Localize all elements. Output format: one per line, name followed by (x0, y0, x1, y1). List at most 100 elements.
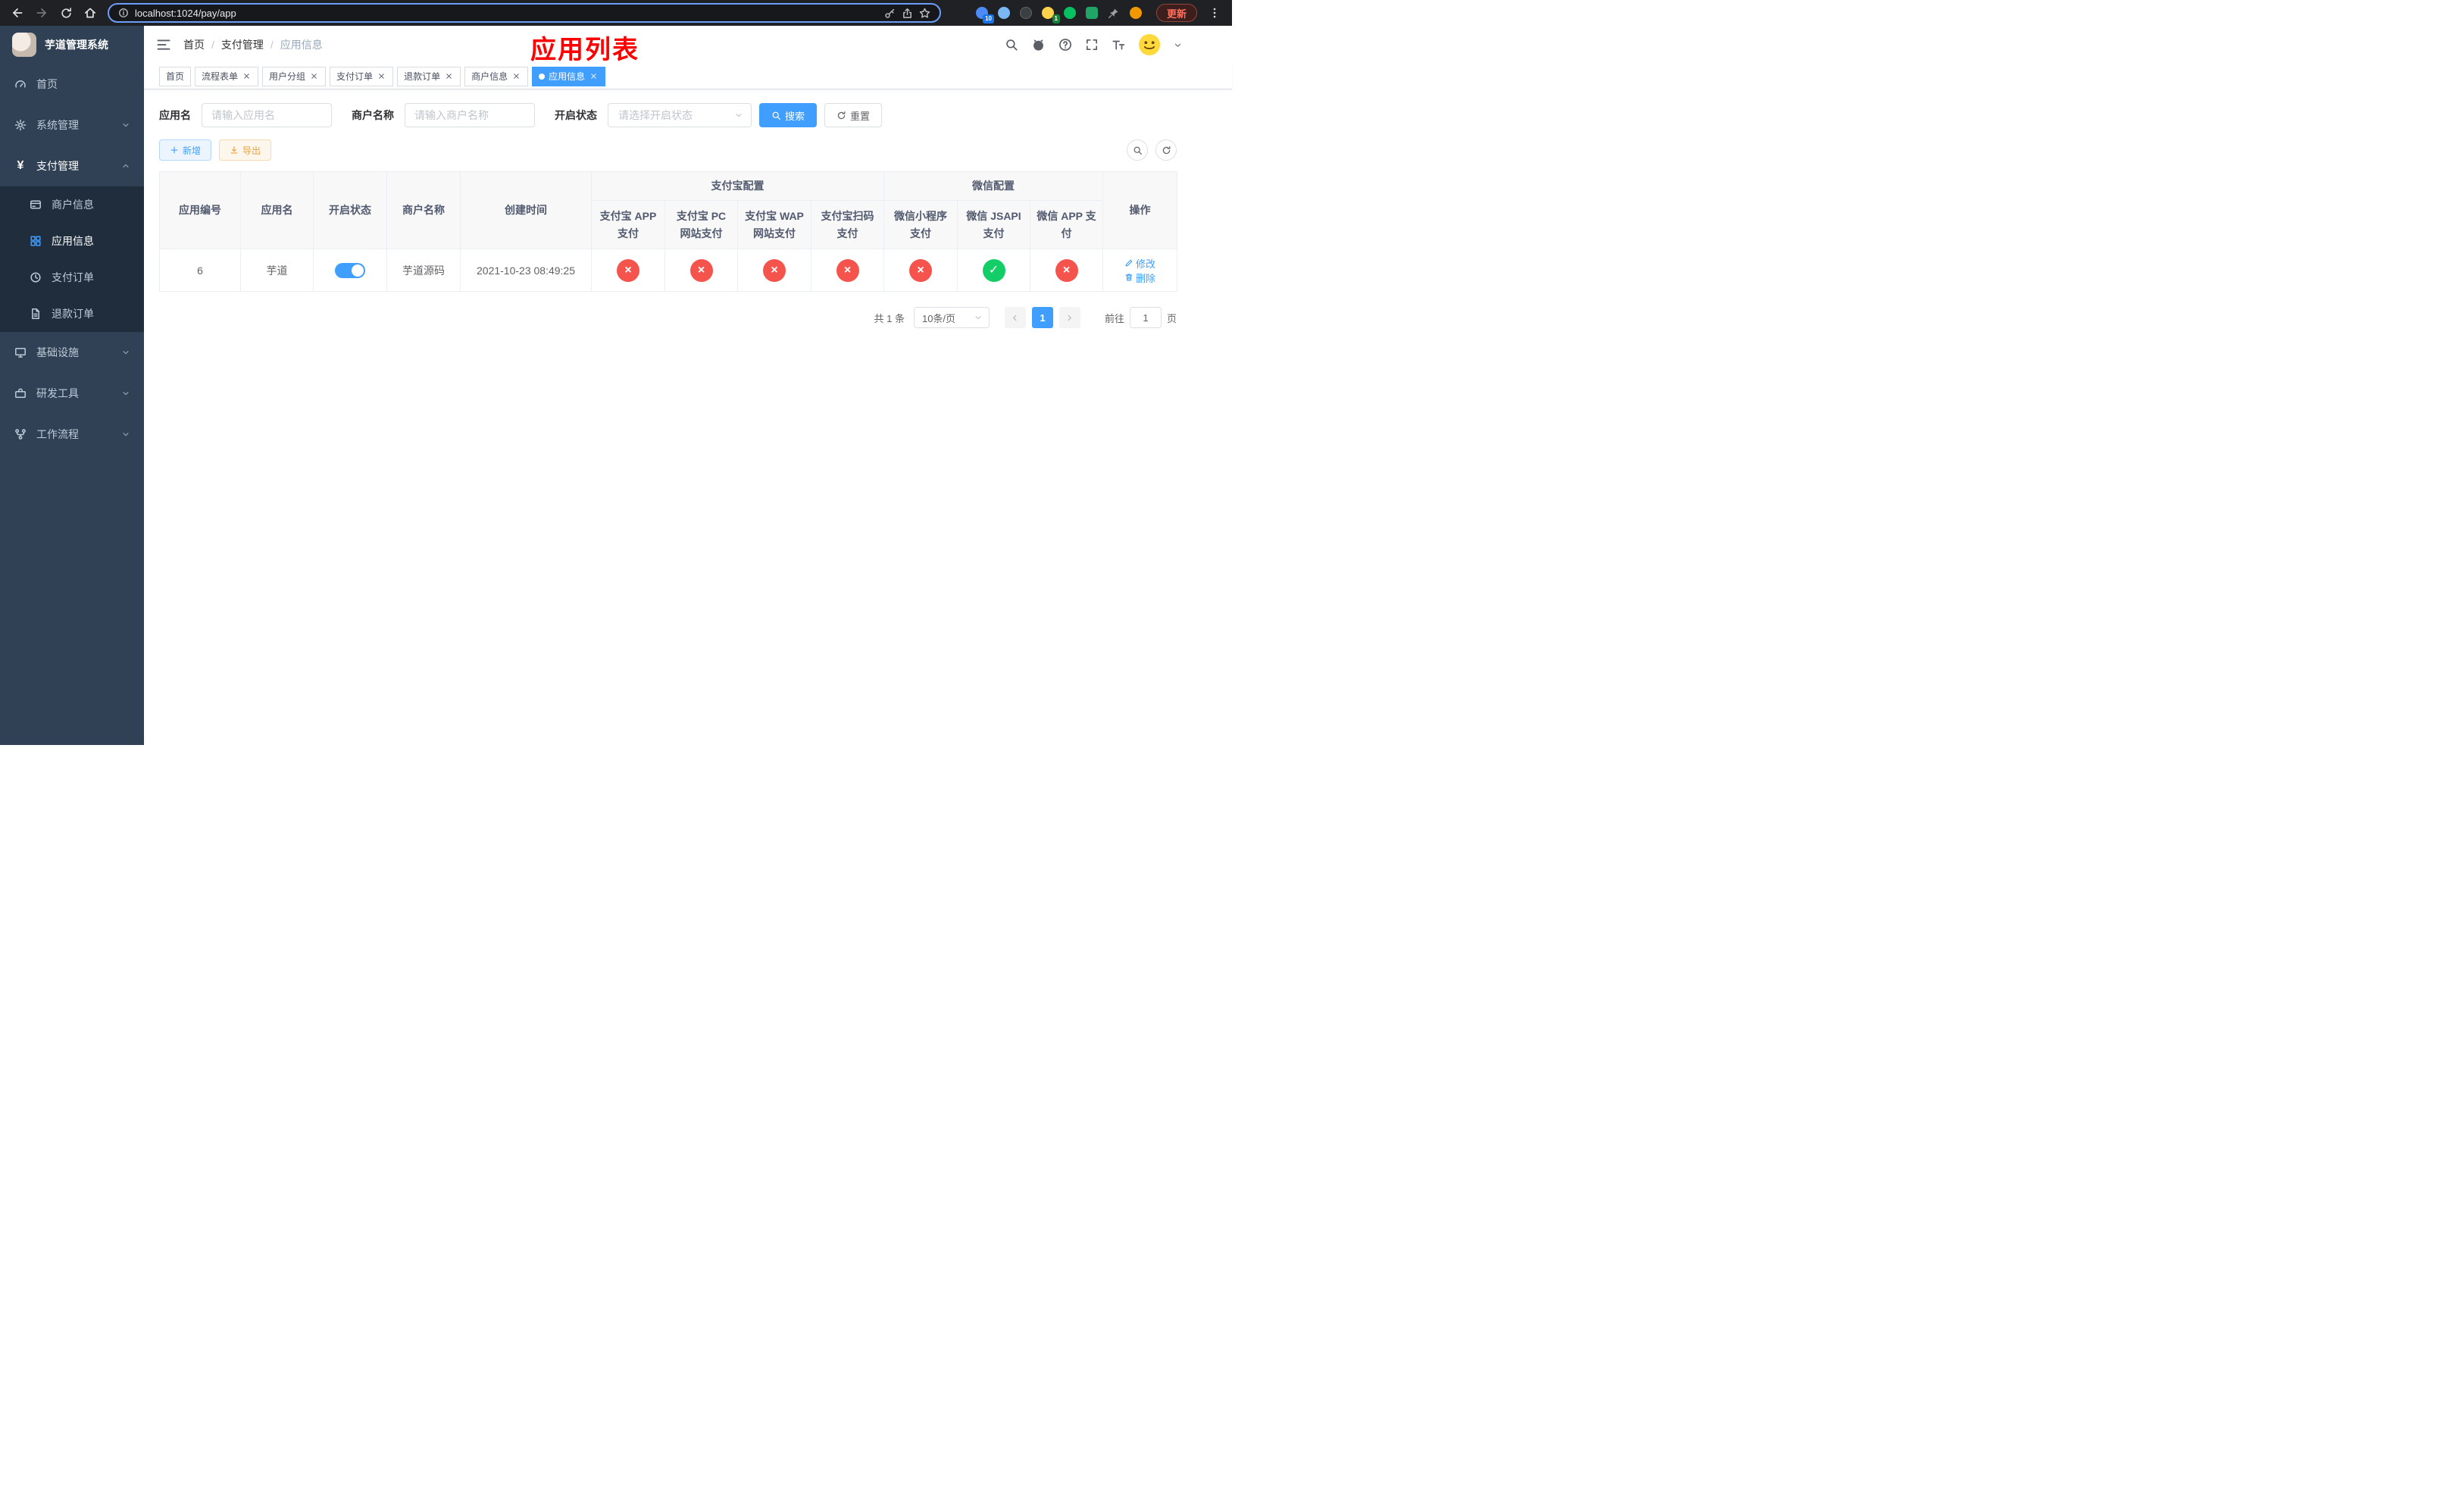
tag-label: 支付订单 (336, 71, 374, 82)
status-select-placeholder: 请选择开启状态 (618, 109, 693, 121)
reset-button[interactable]: 重置 (824, 103, 883, 127)
chevron-down-icon (121, 348, 130, 357)
extension-icon-4[interactable]: 1 (1041, 6, 1060, 23)
sidebar-item-system[interactable]: 系统管理 (0, 105, 144, 146)
export-button-label: 导出 (242, 145, 261, 156)
tag-label: 退款订单 (404, 71, 441, 82)
extension-icon-2[interactable] (997, 6, 1011, 20)
extension-icon-1[interactable]: 10 (975, 6, 994, 23)
merchant-name-input[interactable] (405, 103, 535, 127)
col-header-wx-app: 微信 APP 支付 (1029, 200, 1104, 249)
app-name-input[interactable] (202, 103, 332, 127)
workflow-icon (14, 428, 27, 440)
breadcrumb-payment[interactable]: 支付管理 (221, 37, 264, 52)
tag-home[interactable]: 首页 (159, 66, 192, 86)
extension-icon-5[interactable] (1063, 6, 1077, 20)
sidebar-item-infrastructure[interactable]: 基础设施 (0, 332, 144, 373)
sidebar-item-label: 退款订单 (52, 308, 94, 320)
github-icon[interactable] (1031, 38, 1046, 52)
close-icon[interactable] (589, 71, 599, 81)
alipay-pc-fail-icon: × (689, 258, 713, 282)
breadcrumb-home[interactable]: 首页 (183, 37, 205, 52)
pagination: 共 1 条 10条/页 1 前往 1 页 (159, 307, 1177, 328)
tag-flow-form[interactable]: 流程表单 (195, 66, 259, 86)
monitor-icon (14, 346, 27, 358)
status-toggle[interactable] (335, 262, 365, 278)
sidebar-item-refund-order[interactable]: 退款订单 (0, 296, 144, 332)
sidebar-item-merchant-info[interactable]: 商户信息 (0, 186, 144, 223)
font-size-icon[interactable] (1112, 38, 1125, 52)
reload-icon[interactable] (56, 3, 76, 23)
status-select[interactable]: 请选择开启状态 (608, 103, 752, 127)
tag-label: 流程表单 (202, 71, 239, 82)
app-window: 芋道管理系统 首页 系统管理 ¥ 支付管理 商户信息 应用信息 支付订单 退款订… (0, 26, 1232, 745)
search-button-label: 搜索 (785, 110, 805, 122)
prev-page-button[interactable] (1004, 307, 1026, 328)
sidebar-item-payment[interactable]: ¥ 支付管理 (0, 146, 144, 186)
app-table: 应用编号 应用名 开启状态 商户名称 创建时间 支付宝配置 微信配置 操作 支付… (159, 171, 1178, 292)
tag-user-group[interactable]: 用户分组 (262, 66, 327, 86)
close-icon[interactable] (511, 71, 521, 81)
goto-page-input[interactable] (1129, 307, 1162, 328)
add-button[interactable]: 新增 (159, 139, 212, 161)
browser-update-button[interactable]: 更新 (1155, 4, 1197, 22)
bookmark-star-icon[interactable] (919, 8, 930, 19)
sidebar-item-label: 系统管理 (36, 119, 79, 131)
toggle-search-icon[interactable] (1127, 139, 1148, 161)
password-key-icon[interactable] (884, 8, 896, 19)
breadcrumb-separator: / (211, 39, 214, 51)
home-icon[interactable] (80, 3, 100, 23)
fullscreen-icon[interactable] (1085, 38, 1099, 52)
help-icon[interactable] (1058, 38, 1072, 52)
forward-icon[interactable] (32, 3, 52, 23)
close-icon[interactable] (377, 71, 386, 81)
address-bar[interactable]: localhost:1024/pay/app (108, 3, 941, 23)
back-icon[interactable] (8, 3, 27, 23)
col-header-app-id: 应用编号 (159, 171, 241, 249)
sidebar-item-dev-tools[interactable]: 研发工具 (0, 373, 144, 414)
avatar[interactable] (1138, 33, 1161, 56)
extension-icon-3[interactable] (1019, 6, 1033, 20)
tag-pay-order[interactable]: 支付订单 (330, 66, 394, 86)
edit-link[interactable]: 修改 (1124, 256, 1155, 271)
page-size-select[interactable]: 10条/页 (913, 307, 990, 328)
site-info-icon[interactable] (118, 8, 129, 18)
chevron-down-icon (121, 389, 130, 398)
sidebar-item-pay-order[interactable]: 支付订单 (0, 259, 144, 296)
sidebar-item-home[interactable]: 首页 (0, 64, 144, 105)
extensions-pin-icon[interactable] (1107, 6, 1121, 20)
next-page-button[interactable] (1058, 307, 1080, 328)
main-area: 首页 / 支付管理 / 应用信息 应用列表 首页 流程表单 用户分组 支付订单 … (144, 26, 1232, 745)
extension-icon-8[interactable] (1129, 6, 1143, 20)
hamburger-icon[interactable] (156, 37, 171, 52)
sidebar-item-app-info[interactable]: 应用信息 (0, 223, 144, 259)
close-icon[interactable] (242, 71, 252, 81)
tag-app-info[interactable]: 应用信息 (532, 66, 606, 86)
tag-refund-order[interactable]: 退款订单 (397, 66, 461, 86)
sidebar-item-label: 支付订单 (52, 271, 94, 283)
browser-menu-icon[interactable] (1205, 3, 1224, 23)
search-icon[interactable] (1005, 38, 1018, 52)
sidebar-item-label: 首页 (36, 78, 58, 90)
sidebar-item-workflow[interactable]: 工作流程 (0, 414, 144, 455)
table-row: 6 芋道 芋道源码 2021-10-23 08:49:25 × × × × × … (159, 249, 1178, 292)
cell-alipay-pc: × (664, 249, 738, 292)
extension-icon-6[interactable] (1085, 6, 1099, 20)
tag-label: 用户分组 (269, 71, 306, 82)
avatar-caret-down-icon[interactable] (1174, 41, 1182, 49)
close-icon[interactable] (309, 71, 319, 81)
page-1-button[interactable]: 1 (1031, 307, 1053, 328)
tag-merchant-info[interactable]: 商户信息 (464, 66, 529, 86)
close-icon[interactable] (444, 71, 454, 81)
export-button[interactable]: 导出 (219, 139, 272, 161)
cell-alipay-wap: × (737, 249, 811, 292)
refresh-icon[interactable] (1155, 139, 1177, 161)
delete-link[interactable]: 删除 (1124, 271, 1155, 285)
tag-label: 商户信息 (471, 71, 508, 82)
share-icon[interactable] (902, 8, 913, 19)
search-button[interactable]: 搜索 (759, 103, 818, 127)
col-group-alipay: 支付宝配置 (591, 171, 884, 201)
merchant-card-icon (29, 199, 42, 211)
cell-app-id: 6 (159, 249, 241, 292)
cell-created: 2021-10-23 08:49:25 (460, 249, 592, 292)
